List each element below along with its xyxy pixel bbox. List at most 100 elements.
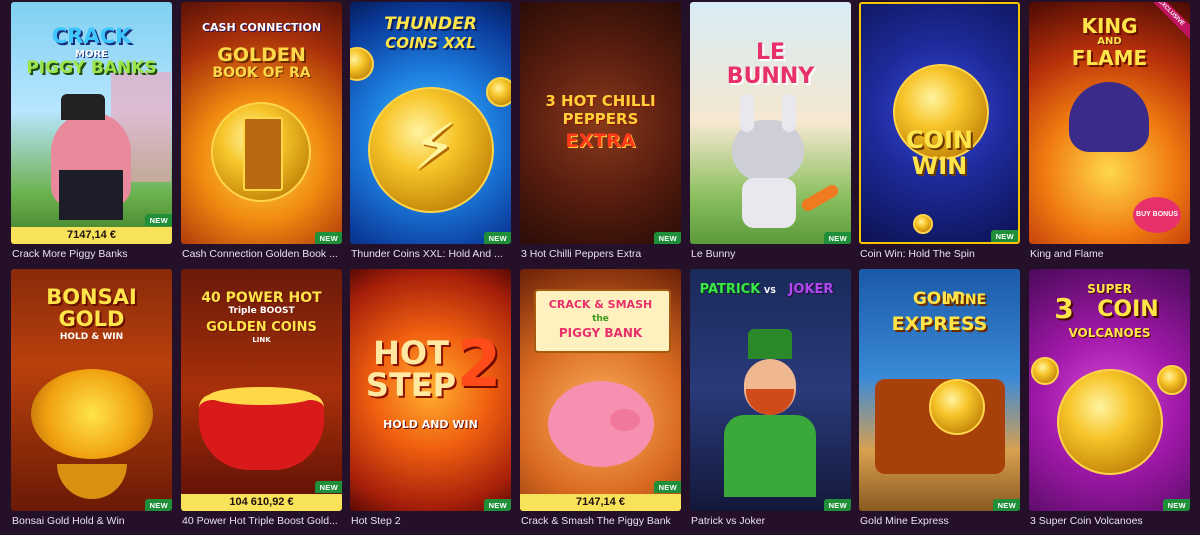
game-title[interactable]: Crack More Piggy Banks xyxy=(12,248,172,260)
game-thumbnail[interactable]: PATRICK VS JOKER NEW xyxy=(690,269,851,511)
art-title-line2: GOLDEN xyxy=(217,44,306,66)
game-tile-le-bunny[interactable]: LE BUNNY NEW Le Bunny xyxy=(690,2,851,262)
art-title-line4: LINK xyxy=(252,336,271,344)
game-thumbnail[interactable]: CASH CONNECTION GOLDEN BOOK OF RA NEW xyxy=(181,2,342,244)
small-coin-shape xyxy=(1031,357,1059,385)
game-title[interactable]: Bonsai Gold Hold & Win xyxy=(12,515,172,527)
game-title[interactable]: Le Bunny xyxy=(691,248,851,260)
lightning-bolt-icon: ⚡ xyxy=(412,111,457,183)
game-thumbnail[interactable]: GOLD MINE EXPRESS NEW xyxy=(859,269,1020,511)
game-tile-king-and-flame[interactable]: EXCLUSIVE KING AND FLAME BUY BONUS King … xyxy=(1029,2,1190,262)
game-tile-crack-smash-piggy-bank[interactable]: CRACK & SMASH the PIGGY BANK 7147,14 € N… xyxy=(520,269,681,529)
game-thumbnail[interactable]: SUPER 3 COIN VOLCANOES NEW xyxy=(1029,269,1190,511)
game-tile-40-power-hot[interactable]: 40 POWER HOT Triple BOOST GOLDEN COINS L… xyxy=(181,269,342,529)
art-title-line1: HOT xyxy=(373,334,449,372)
game-title[interactable]: 40 Power Hot Triple Boost Gold... xyxy=(182,515,342,527)
art-title-line2: WIN xyxy=(911,152,968,180)
small-coin-shape xyxy=(486,77,511,107)
game-thumbnail[interactable]: LE BUNNY NEW xyxy=(690,2,851,244)
bunny-ear-shape xyxy=(740,94,754,132)
art-title-line1: KING xyxy=(1081,14,1138,38)
art-title-line1: CRACK xyxy=(51,24,132,48)
art-title-line1: CASH CONNECTION xyxy=(201,21,322,34)
art-title-line1: 40 POWER HOT xyxy=(201,290,322,306)
game-thumbnail[interactable]: 3 HOT CHILLI PEPPERS EXTRA NEW xyxy=(520,2,681,244)
bunny-body-shape xyxy=(742,178,796,228)
art-title-line2: MINE xyxy=(945,292,987,308)
game-thumbnail[interactable]: THUNDER COINS XXL ⚡ NEW xyxy=(350,2,511,244)
art-title-line3: EXPRESS xyxy=(891,313,988,335)
art-title-line3: BOOK OF RA xyxy=(212,65,311,81)
art-title-line3: HOLD & WIN xyxy=(59,332,124,342)
game-tile-cash-connection-golden-book[interactable]: CASH CONNECTION GOLDEN BOOK OF RA NEW Ca… xyxy=(181,2,342,262)
big-coin-shape xyxy=(1057,369,1163,475)
gold-coins-pile-shape xyxy=(209,387,314,405)
suit-shape xyxy=(59,170,123,220)
game-thumbnail[interactable]: BONSAI GOLD HOLD & WIN NEW xyxy=(11,269,172,511)
game-title[interactable]: Thunder Coins XXL: Hold And ... xyxy=(351,248,511,260)
art-title-line2: the xyxy=(592,314,609,324)
game-thumbnail[interactable]: HOT STEP 2 HOLD AND WIN NEW xyxy=(350,269,511,511)
game-title[interactable]: Patrick vs Joker xyxy=(691,515,851,527)
top-hat-shape xyxy=(61,94,105,120)
pig-snout-shape xyxy=(610,409,640,431)
new-badge: NEW xyxy=(990,230,1018,242)
gold-tree-shape xyxy=(31,369,153,459)
game-title[interactable]: Coin Win: Hold The Spin xyxy=(860,248,1020,260)
new-badge: NEW xyxy=(144,499,172,511)
new-badge: NEW xyxy=(653,232,681,244)
art-title-line1: COIN xyxy=(905,126,974,154)
game-tile-3-super-coin-volcanoes[interactable]: SUPER 3 COIN VOLCANOES NEW 3 Super Coin … xyxy=(1029,269,1190,529)
game-title[interactable]: Hot Step 2 xyxy=(351,515,511,527)
buy-bonus-badge: BUY BONUS xyxy=(1133,197,1181,233)
game-grid: CRACK MORE PIGGY BANKS 7147,14 € NEW Cra… xyxy=(0,0,1200,535)
game-thumbnail[interactable]: 40 POWER HOT Triple BOOST GOLDEN COINS L… xyxy=(181,269,342,511)
game-title[interactable]: 3 Hot Chilli Peppers Extra xyxy=(521,248,681,260)
small-coin-shape xyxy=(913,214,933,234)
small-coin-shape xyxy=(1157,365,1187,395)
game-tile-bonsai-gold[interactable]: BONSAI GOLD HOLD & WIN NEW Bonsai Gold H… xyxy=(11,269,172,529)
art-title-line4: VOLCANOES xyxy=(1068,326,1151,340)
game-thumbnail[interactable]: CRACK MORE PIGGY BANKS 7147,14 € NEW xyxy=(11,2,172,244)
new-badge: NEW xyxy=(144,214,172,226)
art-title-line1: LE xyxy=(755,40,786,65)
art-title-line1: THUNDER xyxy=(384,14,477,34)
game-thumbnail[interactable]: COIN WIN NEW xyxy=(859,2,1020,244)
art-title-line1: BONSAI xyxy=(46,285,137,309)
new-badge: NEW xyxy=(653,481,681,493)
game-title[interactable]: King and Flame xyxy=(1030,248,1190,260)
game-title[interactable]: Cash Connection Golden Book ... xyxy=(182,248,342,260)
beard-shape xyxy=(746,389,794,415)
art-title-line3: GOLDEN COINS xyxy=(206,320,317,335)
art-title-line1: CRACK & SMASH xyxy=(548,298,653,311)
game-tile-3-hot-chilli-peppers-extra[interactable]: 3 HOT CHILLI PEPPERS EXTRA NEW 3 Hot Chi… xyxy=(520,2,681,262)
bunny-ear-shape xyxy=(782,94,796,132)
jackpot-amount: 7147,14 € xyxy=(520,494,681,511)
game-title[interactable]: 3 Super Coin Volcanoes xyxy=(1030,515,1190,527)
leprechaun-body-shape xyxy=(724,415,816,497)
art-title-line2: PEPPERS xyxy=(562,110,639,128)
game-tile-coin-win[interactable]: COIN WIN NEW Coin Win: Hold The Spin xyxy=(859,2,1020,262)
game-title[interactable]: Crack & Smash The Piggy Bank xyxy=(521,515,681,527)
new-badge: NEW xyxy=(314,481,342,493)
game-title[interactable]: Gold Mine Express xyxy=(860,515,1020,527)
leprechaun-hat-shape xyxy=(748,329,792,359)
art-title-line3: PIGGY BANK xyxy=(558,326,643,340)
game-tile-hot-step-2[interactable]: HOT STEP 2 HOLD AND WIN NEW Hot Step 2 xyxy=(350,269,511,529)
game-tile-crack-more-piggy-banks[interactable]: CRACK MORE PIGGY BANKS 7147,14 € NEW Cra… xyxy=(11,2,172,262)
art-title-line1: 3 HOT CHILLI xyxy=(545,92,656,110)
art-title-line3: 2 xyxy=(456,328,502,402)
carrot-shape xyxy=(799,182,841,214)
game-tile-patrick-vs-joker[interactable]: PATRICK VS JOKER NEW Patrick vs Joker xyxy=(690,269,851,529)
new-badge: NEW xyxy=(823,232,851,244)
pot-shape xyxy=(57,464,127,499)
game-tile-gold-mine-express[interactable]: GOLD MINE EXPRESS NEW Gold Mine Express xyxy=(859,269,1020,529)
art-title-line2: COINS XXL xyxy=(385,34,476,52)
small-coin-shape xyxy=(350,47,374,81)
game-thumbnail[interactable]: CRACK & SMASH the PIGGY BANK 7147,14 € N… xyxy=(520,269,681,511)
cauldron-shape xyxy=(199,394,324,470)
game-thumbnail[interactable]: EXCLUSIVE KING AND FLAME BUY BONUS xyxy=(1029,2,1190,244)
game-tile-thunder-coins-xxl[interactable]: THUNDER COINS XXL ⚡ NEW Thunder Coins XX… xyxy=(350,2,511,262)
art-title-line2: BUNNY xyxy=(726,64,815,89)
dragon-head-shape xyxy=(1069,82,1149,152)
